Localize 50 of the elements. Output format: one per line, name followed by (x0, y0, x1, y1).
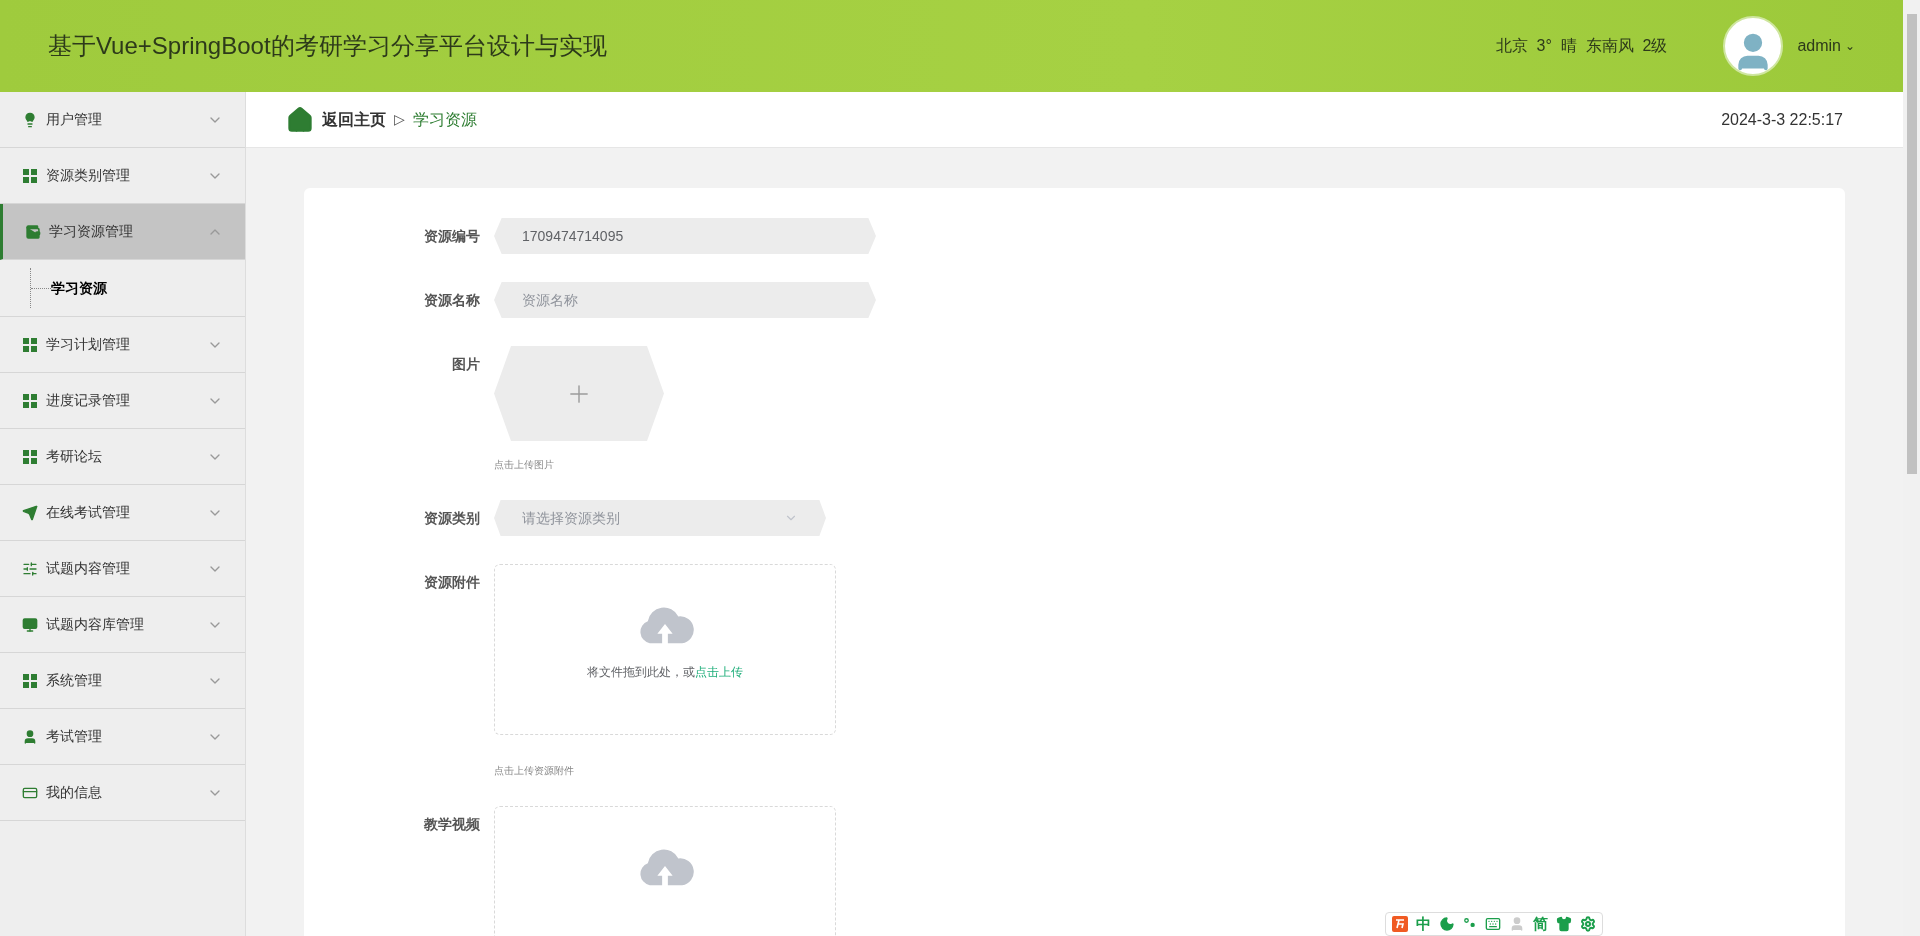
field-label: 图片 (451, 355, 481, 374)
grid-icon (22, 392, 38, 409)
home-link[interactable]: 返回主页 (322, 107, 386, 132)
sidebar-item[interactable]: 考试管理 (0, 709, 245, 765)
grid-icon (22, 448, 38, 465)
sidebar-item[interactable]: 系统管理 (0, 653, 245, 709)
monitor-icon (22, 616, 38, 633)
weather-text: 北京 3° 晴 东南风 2级 (1495, 36, 1668, 56)
sidebar-item[interactable]: 考研论坛 (0, 429, 245, 485)
shirt-icon[interactable] (1556, 916, 1572, 932)
text-input-field[interactable]: 资源名称 (494, 282, 876, 318)
field-label: 资源附件 (423, 573, 481, 592)
user-menu-button[interactable]: admin ⌄ (1797, 34, 1855, 58)
text-input-field[interactable]: 1709474714095 (494, 218, 876, 254)
grid-icon (22, 672, 38, 689)
paper-plane-icon (22, 504, 38, 521)
lightbulb-icon (22, 111, 38, 128)
user-icon (22, 728, 38, 745)
home-icon (286, 105, 314, 134)
field-label: 资源类别 (423, 509, 481, 528)
sidebar-subitem[interactable]: 学习资源 (51, 277, 107, 299)
wallet-icon (25, 223, 41, 240)
sidebar-item[interactable]: 学习计划管理 (0, 317, 245, 373)
moon-icon[interactable] (1439, 916, 1455, 932)
sidebar-item[interactable]: 用户管理 (0, 92, 245, 148)
field-label: 资源编号 (423, 227, 481, 246)
breadcrumb-separator: ▷ (394, 110, 405, 129)
breadcrumb-current: 学习资源 (413, 109, 478, 130)
sidebar-item[interactable]: 在线考试管理 (0, 485, 245, 541)
sidebar-item[interactable]: 试题内容管理 (0, 541, 245, 597)
file-dropzone[interactable] (494, 806, 836, 936)
settings-icon[interactable] (1580, 916, 1596, 932)
sidebar-item[interactable]: 学习资源管理 (0, 204, 245, 260)
grid-icon (22, 336, 38, 353)
upload-hint: 点击上传资源附件 (494, 764, 575, 778)
app-title: 基于Vue+SpringBoot的考研学习分享平台设计与实现 (48, 31, 608, 61)
sidebar-item[interactable]: 进度记录管理 (0, 373, 245, 429)
file-dropzone[interactable]: 将文件拖到此处，或点击上传 (494, 564, 836, 735)
field-label: 资源名称 (423, 291, 481, 310)
datetime-text: 2024-3-3 22:5:17 (1721, 109, 1843, 130)
grid-icon (22, 167, 38, 184)
sliders-icon (22, 560, 38, 577)
scrollbar[interactable] (1903, 0, 1920, 936)
sidebar-item[interactable]: 试题内容库管理 (0, 597, 245, 653)
dropzone-prompt: 将文件拖到此处，或点击上传 (587, 664, 743, 681)
field-label: 教学视频 (423, 815, 481, 834)
ime-logo-icon[interactable] (1392, 916, 1408, 932)
upload-hint: 点击上传图片 (494, 458, 555, 472)
sidebar-item[interactable]: 我的信息 (0, 765, 245, 821)
keyboard-icon[interactable] (1485, 916, 1501, 932)
